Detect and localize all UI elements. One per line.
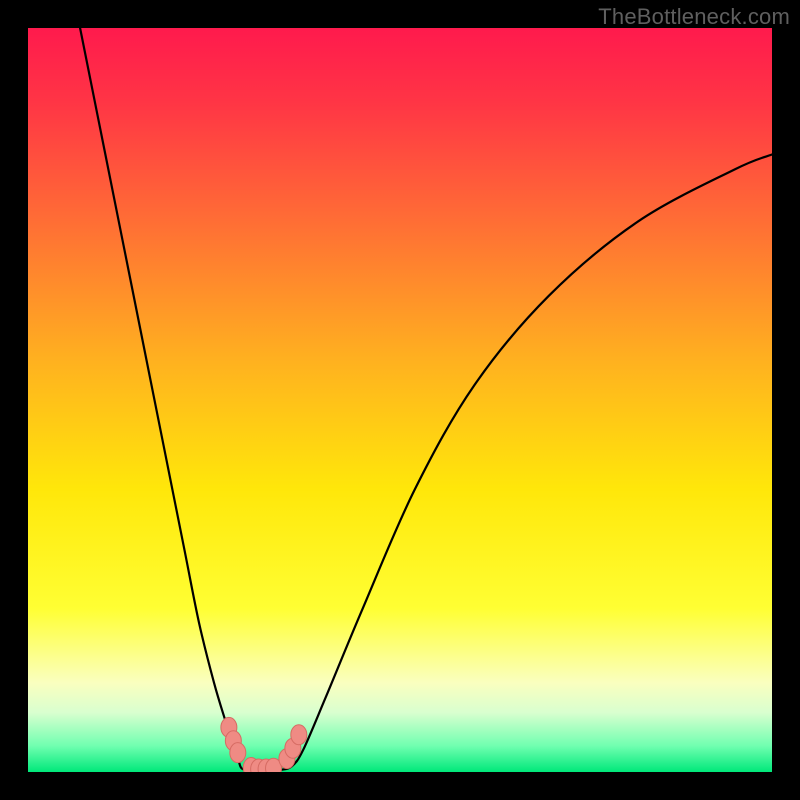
watermark-text: TheBottleneck.com bbox=[598, 4, 790, 30]
gradient-background bbox=[28, 28, 772, 772]
curve-marker bbox=[291, 725, 307, 745]
bottleneck-curve-chart bbox=[28, 28, 772, 772]
curve-marker bbox=[230, 743, 246, 763]
chart-frame bbox=[28, 28, 772, 772]
